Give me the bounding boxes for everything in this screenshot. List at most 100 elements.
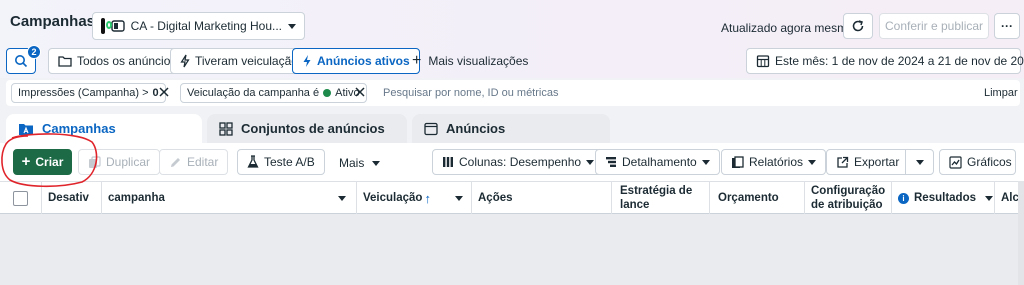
chevron-down-icon (985, 195, 993, 201)
had-delivery-label: Tiveram veiculação (195, 54, 298, 68)
calendar-icon (756, 54, 770, 68)
account-selector[interactable]: CA - Digital Marketing Hou... (92, 12, 305, 40)
breakdown-icon (605, 156, 617, 168)
page-title: Campanhas (10, 13, 96, 30)
column-header-budget[interactable]: Orçamento (710, 182, 805, 214)
filter-search-input[interactable]: Pesquisar por nome, ID ou métricas (383, 87, 558, 99)
column-header-bid-strategy[interactable]: Estratégia de lance (612, 182, 710, 214)
chevron-down-icon (455, 195, 463, 201)
column-header-label: lance (620, 199, 650, 211)
reports-label: Relatórios (749, 155, 804, 169)
column-header-label: de atribuição (811, 199, 883, 211)
close-icon[interactable] (158, 86, 170, 98)
account-logo (101, 18, 112, 34)
filter-bar: Impressões (Campanha) > 0 Veiculação da … (6, 80, 1020, 106)
breakdown-label: Detalhamento (622, 155, 697, 169)
active-ads-label: Anúncios ativos (317, 54, 410, 68)
chevron-down-icon (915, 159, 924, 165)
active-status-dot-icon (323, 89, 332, 97)
search-count-badge: 2 (27, 45, 41, 59)
more-options-button[interactable]: ··· (994, 13, 1020, 39)
folder-icon (58, 55, 72, 67)
column-header-label: Resultados (914, 192, 976, 204)
ab-test-label: Teste A/B (264, 155, 315, 169)
chevron-down-icon (288, 23, 296, 29)
all-ads-view-button[interactable]: Todos os anúncios (48, 48, 187, 74)
filter-chip-label: Veiculação da campanha é (187, 87, 320, 99)
column-header-actions[interactable]: Ações (472, 182, 612, 214)
clear-filters-button[interactable]: Limpar (984, 87, 1018, 99)
updated-status: Atualizado agora mesmo (721, 21, 854, 35)
column-header-delivery[interactable]: Veiculação ↑ (357, 182, 472, 214)
reports-button[interactable]: Relatórios (721, 149, 827, 175)
views-toolbar: 2 Todos os anúncios Tiveram veiculação A… (0, 44, 1024, 78)
red-annotation-circle (1, 133, 98, 188)
edit-label: Editar (187, 155, 219, 169)
close-icon[interactable] (354, 86, 366, 98)
more-views-button[interactable]: + Mais visualizações (412, 52, 529, 69)
column-header-attribution[interactable]: Configuração de atribuição (805, 182, 892, 214)
duplicate-label: Duplicar (106, 155, 151, 169)
more-views-label: Mais visualizações (428, 54, 529, 68)
date-range-selector[interactable]: Este mês: 1 de nov de 2024 a 21 de nov d… (746, 48, 1024, 74)
chart-icon (949, 155, 962, 169)
account-icon (110, 20, 125, 32)
select-all-checkbox[interactable] (13, 190, 28, 206)
column-header-results[interactable]: i Resultados (892, 182, 995, 214)
reports-icon (731, 155, 744, 169)
refresh-button[interactable] (843, 13, 873, 39)
more-actions-button[interactable]: Mais (339, 156, 381, 170)
export-icon (836, 156, 849, 169)
column-header-label: campanha (108, 192, 165, 204)
sort-ascending-arrow-icon: ↑ (424, 190, 431, 206)
active-ads-view-button[interactable]: Anúncios ativos (292, 48, 420, 74)
column-header-label: Configuração (811, 185, 886, 197)
more-actions-label: Mais (339, 156, 365, 170)
flask-icon (247, 155, 259, 169)
charts-button[interactable]: Gráficos (939, 149, 1016, 175)
export-dropdown-button[interactable] (905, 149, 934, 175)
table-header: Desativ campanha Veiculação ↑ Ações Estr… (0, 181, 1024, 214)
column-header-label: Estratégia de (620, 185, 693, 197)
chevron-down-icon (586, 159, 595, 165)
lightning-icon (302, 54, 312, 68)
columns-label: Colunas: Desempenho (459, 155, 582, 169)
tab-ads[interactable]: Anúncios (412, 114, 610, 143)
info-icon[interactable]: i (898, 192, 909, 204)
level-tabs: Campanhas Conjuntos de anúncios Anúncios (0, 110, 1024, 143)
grid-icon (219, 121, 233, 136)
tab-ad-sets-label: Conjuntos de anúncios (241, 121, 385, 136)
filter-chip-impressions[interactable]: Impressões (Campanha) > 0 (11, 83, 166, 103)
all-ads-label: Todos os anúncios (77, 54, 177, 68)
export-button[interactable]: Exportar (826, 149, 906, 175)
filter-chip-delivery[interactable]: Veiculação da campanha é Ativo (180, 83, 367, 103)
publish-button[interactable]: Conferir e publicar (879, 13, 989, 39)
column-header-campaign[interactable]: campanha (102, 182, 357, 214)
had-delivery-view-button[interactable]: Tiveram veiculação (170, 48, 308, 74)
vertical-scrollbar[interactable] (1018, 181, 1024, 285)
chevron-down-icon (701, 159, 710, 165)
plus-icon: + (412, 52, 422, 69)
columns-button[interactable]: Colunas: Desempenho (432, 149, 605, 175)
table-body-empty (0, 214, 1024, 285)
lightning-outline-icon (180, 54, 190, 68)
columns-icon (442, 156, 454, 168)
chevron-down-icon (808, 159, 817, 165)
edit-button[interactable]: Editar (159, 149, 229, 175)
export-label: Exportar (854, 155, 900, 169)
refresh-icon (851, 19, 865, 33)
column-header-label: Veiculação (363, 192, 423, 204)
account-name: CA - Digital Marketing Hou... (130, 19, 282, 33)
search-icon (14, 54, 28, 68)
pencil-icon (169, 156, 182, 169)
tab-ads-label: Anúncios (446, 121, 506, 136)
charts-label: Gráficos (967, 155, 1012, 169)
date-range-label: Este mês: 1 de nov de 2024 a 21 de nov d… (775, 54, 1024, 68)
chevron-down-icon (372, 160, 381, 166)
breakdown-button[interactable]: Detalhamento (595, 149, 720, 175)
ad-window-icon (424, 122, 438, 136)
ab-test-button[interactable]: Teste A/B (237, 149, 325, 175)
tab-ad-sets[interactable]: Conjuntos de anúncios (207, 114, 407, 143)
filter-chip-label: Impressões (Campanha) > (18, 87, 149, 99)
chevron-down-icon (338, 195, 346, 201)
